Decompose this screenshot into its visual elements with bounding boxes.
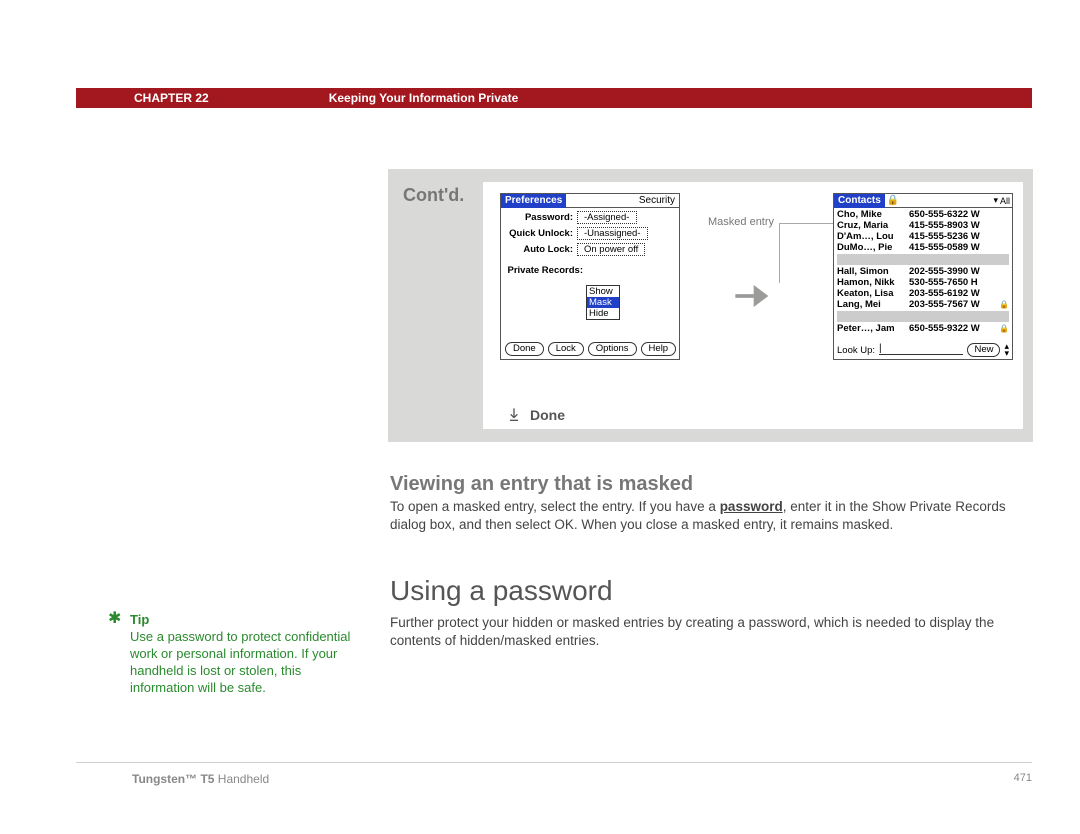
using-password-paragraph: Further protect your hidden or masked en…: [390, 614, 1030, 650]
lock-icon: 🔒: [999, 299, 1009, 310]
contacts-title: Contacts: [834, 194, 885, 208]
list-item: Keaton, Lisa203-555-6192 W: [837, 288, 1009, 299]
quick-unlock-label: Quick Unlock:: [505, 228, 577, 239]
masked-row[interactable]: [837, 311, 1009, 322]
chapter-number: CHAPTER 22: [76, 91, 209, 105]
list-item: DuMo…, Pie415-555-0589 W: [837, 242, 1009, 253]
auto-lock-value[interactable]: On power off: [577, 243, 645, 256]
list-item: Cruz, Maria415-555-8903 W: [837, 220, 1009, 231]
tip-block: ✱ Tip Use a password to protect confiden…: [130, 611, 356, 696]
tip-body: Use a password to protect confidential w…: [130, 628, 356, 696]
quick-unlock-value[interactable]: -Unassigned-: [577, 227, 648, 240]
chapter-title: Keeping Your Information Private: [209, 91, 519, 105]
prefs-lock-button[interactable]: Lock: [548, 342, 584, 356]
password-link[interactable]: password: [720, 499, 783, 514]
prefs-category: Security: [639, 195, 679, 206]
masked-row[interactable]: [837, 254, 1009, 265]
lock-icon: 🔒: [885, 195, 899, 206]
screenshots-panel: Preferences Security Password: -Assigned…: [483, 182, 1023, 429]
asterisk-icon: ✱: [108, 611, 121, 627]
private-records-label: Private Records:: [505, 265, 587, 276]
password-value[interactable]: -Assigned-: [577, 211, 637, 224]
list-item: Cho, Mike650-555-6322 W: [837, 209, 1009, 220]
lookup-label: Look Up:: [837, 345, 875, 356]
auto-lock-label: Auto Lock:: [505, 244, 577, 255]
masked-entry-callout: Masked entry: [708, 216, 774, 228]
footer-product: Tungsten™ T5 Handheld: [132, 772, 269, 786]
done-label: Done: [530, 407, 565, 423]
done-arrow-icon: [506, 407, 522, 423]
chapter-header: CHAPTER 22 Keeping Your Information Priv…: [76, 88, 1032, 108]
callout-line: [779, 223, 833, 283]
private-records-show[interactable]: Show: [587, 286, 619, 297]
contd-label: Cont'd.: [403, 185, 464, 206]
scroll-arrows-icon[interactable]: ▴▾: [1004, 343, 1009, 357]
arrow-right-icon: [728, 274, 772, 323]
continuation-block: Cont'd. Preferences Security Password: -…: [388, 169, 1033, 442]
list-item: Peter…, Jam650-555-9322 W🔒: [837, 323, 1009, 334]
password-label: Password:: [505, 212, 577, 223]
contacts-list: Cho, Mike650-555-6322 W Cruz, Maria415-5…: [834, 208, 1012, 334]
new-button[interactable]: New: [967, 343, 1000, 357]
list-item: Hall, Simon202-555-3990 W: [837, 266, 1009, 277]
list-item: Lang, Mei203-555-7567 W🔒: [837, 299, 1009, 310]
prefs-titlebar: Preferences Security: [501, 194, 679, 208]
preferences-screenshot: Preferences Security Password: -Assigned…: [500, 193, 680, 360]
contacts-screenshot: Contacts 🔒 ▾All Cho, Mike650-555-6322 W …: [833, 193, 1013, 360]
using-password-heading: Using a password: [390, 575, 613, 607]
prefs-done-button[interactable]: Done: [505, 342, 544, 356]
prefs-help-button[interactable]: Help: [641, 342, 677, 356]
viewing-paragraph: To open a masked entry, select the entry…: [390, 498, 1030, 534]
lock-icon: 🔒: [999, 323, 1009, 334]
tip-title: Tip: [130, 611, 356, 628]
private-records-list[interactable]: Show Mask Hide: [586, 285, 620, 320]
lookup-input[interactable]: [879, 345, 963, 355]
done-step: Done: [506, 407, 565, 423]
page-number: 471: [1014, 772, 1032, 784]
footer-separator: [76, 762, 1032, 763]
private-records-mask[interactable]: Mask: [587, 297, 619, 308]
private-records-hide[interactable]: Hide: [587, 308, 619, 319]
prefs-title: Preferences: [501, 194, 566, 208]
viewing-heading: Viewing an entry that is masked: [390, 473, 693, 496]
list-item: Hamon, Nikk530-555-7650 H: [837, 277, 1009, 288]
contacts-titlebar: Contacts 🔒 ▾All: [834, 194, 1012, 208]
list-item: D'Am…, Lou415-555-5236 W: [837, 231, 1009, 242]
prefs-options-button[interactable]: Options: [588, 342, 637, 356]
contacts-category[interactable]: ▾All: [993, 195, 1012, 206]
